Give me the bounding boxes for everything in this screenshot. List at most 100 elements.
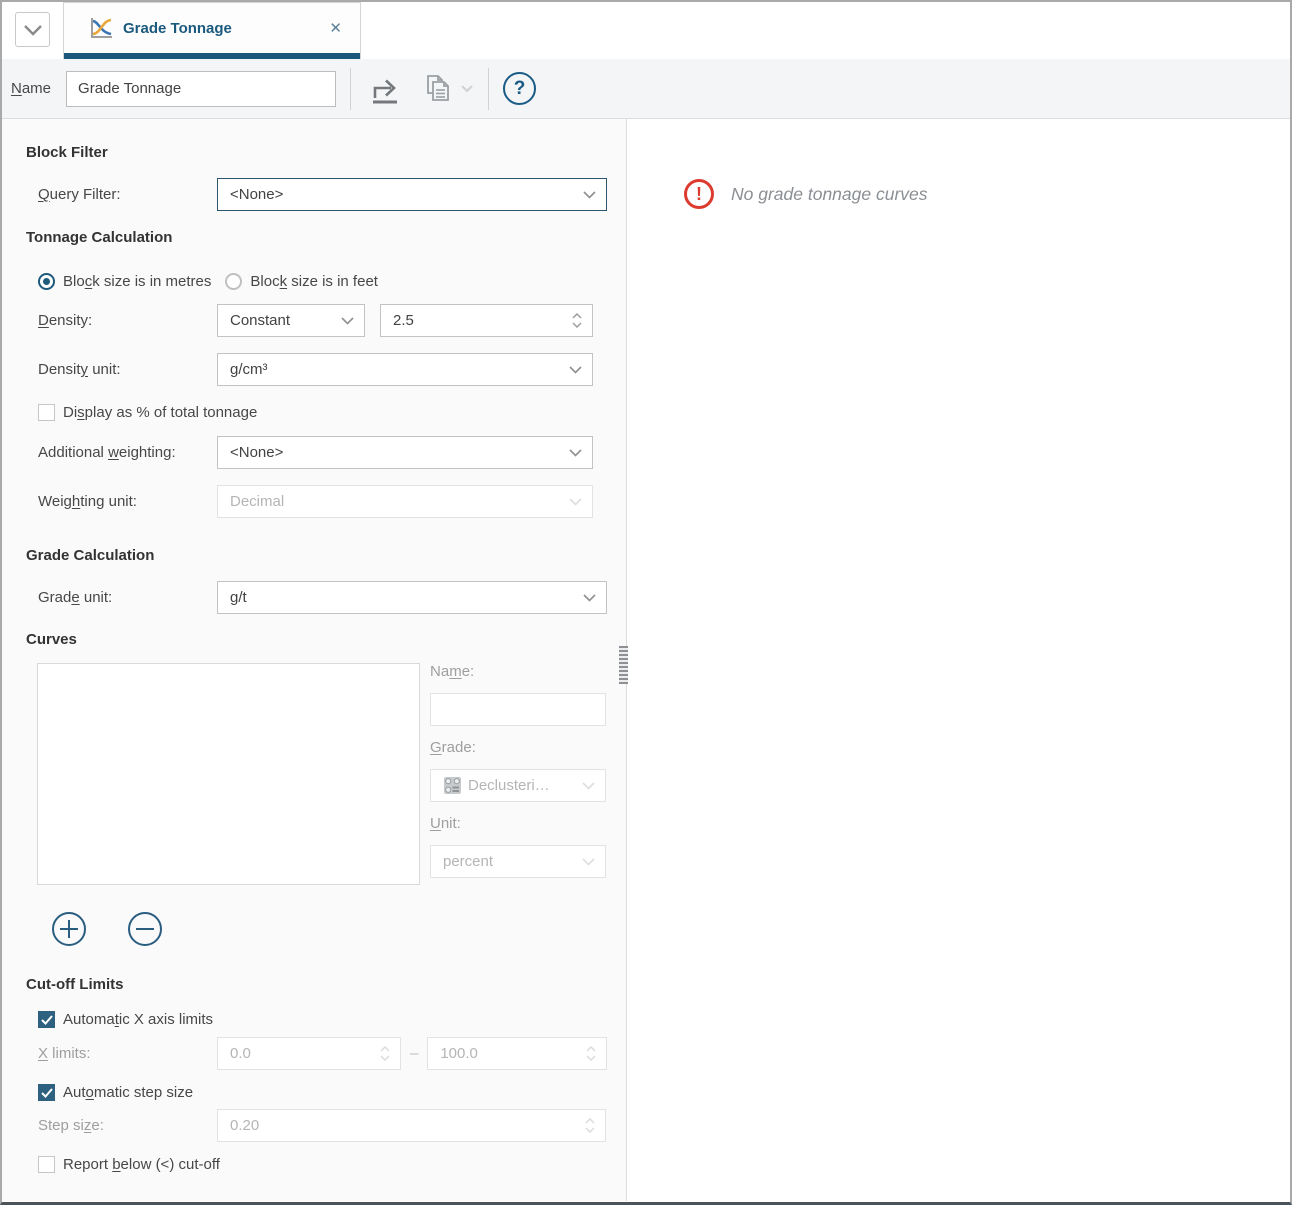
remove-curve-button[interactable] — [128, 912, 162, 946]
density-unit-label: Density unit: — [38, 361, 217, 378]
range-dash: – — [410, 1045, 418, 1062]
export-button[interactable] — [363, 67, 407, 111]
report-below-row: Report below (<) cut-off — [26, 1156, 626, 1173]
auto-x-row: Automatic X axis limits — [26, 1011, 626, 1028]
density-unit-select[interactable]: g/cm³ — [217, 353, 593, 386]
tab-label: Grade Tonnage — [123, 20, 325, 37]
tonnage-calculation-heading: Tonnage Calculation — [26, 229, 626, 247]
tab-grade-tonnage[interactable]: Grade Tonnage ✕ — [63, 2, 361, 59]
checkbox-report-below-cutoff[interactable] — [38, 1156, 55, 1173]
chevron-down-icon — [341, 317, 354, 325]
weighting-unit-label: Weighting unit: — [38, 493, 217, 510]
curve-unit-select: percent — [430, 845, 606, 878]
additional-weighting-label: Additional weighting: — [38, 444, 217, 461]
numeric-column-icon — [443, 776, 462, 795]
name-label: Name — [11, 80, 51, 97]
help-button[interactable]: ? — [503, 72, 536, 105]
empty-state-text: No grade tonnage curves — [731, 184, 928, 205]
main-area: Block Filter Query Filter: <None> Tonnag… — [2, 119, 1290, 1201]
weighting-unit-select: Decimal — [217, 485, 593, 518]
checkbox-display-percent-label: Display as % of total tonnage — [63, 404, 257, 421]
empty-state-message: ! No grade tonnage curves — [684, 179, 1290, 209]
density-value-input[interactable]: 2.5 — [380, 304, 593, 337]
add-curve-button[interactable] — [52, 912, 86, 946]
cutoff-limits-heading: Cut-off Limits — [26, 976, 626, 994]
x-max-input: 100.0 — [427, 1037, 607, 1070]
step-size-row: Step size: 0.20 — [26, 1109, 626, 1142]
toolbar-separator — [488, 68, 489, 110]
export-icon — [367, 73, 403, 105]
auto-step-row: Automatic step size — [26, 1084, 626, 1101]
radio-block-size-feet[interactable] — [225, 273, 242, 290]
x-limits-row: X limits: 0.0 – 100.0 — [26, 1037, 626, 1070]
query-filter-row: Query Filter: <None> — [26, 178, 626, 211]
checkbox-report-below-cutoff-label: Report below (<) cut-off — [63, 1156, 220, 1173]
tab-bar: Grade Tonnage ✕ — [2, 2, 1290, 59]
toolbar-separator — [350, 68, 351, 110]
help-icon: ? — [514, 78, 526, 100]
copy-icon — [418, 71, 454, 107]
weighting-unit-row: Weighting unit: Decimal — [26, 485, 626, 518]
spinner-buttons — [585, 1118, 595, 1133]
curve-properties: Name: Grade: — [430, 663, 606, 885]
checkbox-automatic-x-limits[interactable] — [38, 1011, 55, 1028]
copy-menu-chevron-icon[interactable] — [460, 84, 474, 93]
plus-icon — [59, 919, 79, 939]
tab-list-button[interactable] — [15, 12, 50, 47]
chevron-down-icon — [583, 191, 596, 199]
curve-unit-label: Unit: — [430, 815, 606, 833]
checkbox-display-percent[interactable] — [38, 404, 55, 421]
step-size-label: Step size: — [38, 1117, 217, 1134]
density-unit-row: Density unit: g/cm³ — [26, 353, 626, 386]
curves-list[interactable] — [37, 663, 420, 885]
curves-heading: Curves — [26, 631, 626, 649]
spinner-buttons — [380, 1046, 390, 1061]
grade-calculation-heading: Grade Calculation — [26, 547, 626, 565]
density-row: Density: Constant 2.5 — [26, 304, 626, 337]
grade-tonnage-curves-icon — [88, 15, 114, 41]
name-input[interactable] — [66, 71, 336, 107]
density-mode-select[interactable]: Constant — [217, 304, 365, 337]
minus-icon — [135, 919, 155, 939]
block-filter-heading: Block Filter — [26, 144, 626, 162]
grade-unit-select[interactable]: g/t — [217, 581, 607, 614]
curve-grade-label: Grade: — [430, 739, 606, 757]
spinner-buttons[interactable] — [572, 313, 582, 328]
x-min-input: 0.0 — [217, 1037, 401, 1070]
chevron-down-icon — [582, 858, 595, 866]
curve-name-label: Name: — [430, 663, 606, 681]
radio-block-size-metres-label: Block size is in metres — [63, 273, 211, 290]
spinner-buttons — [586, 1046, 596, 1061]
grade-tonnage-window: Grade Tonnage ✕ Name — [0, 0, 1292, 1205]
error-icon: ! — [684, 179, 714, 209]
copy-button[interactable] — [414, 67, 458, 111]
settings-panel: Block Filter Query Filter: <None> Tonnag… — [2, 119, 627, 1201]
radio-block-size-metres[interactable] — [38, 273, 55, 290]
density-label: Density: — [38, 312, 217, 329]
radio-block-size-feet-label: Block size is in feet — [250, 273, 378, 290]
panel-splitter-handle[interactable] — [619, 646, 628, 684]
query-filter-select[interactable]: <None> — [217, 178, 607, 211]
checkbox-automatic-step-size[interactable] — [38, 1084, 55, 1101]
chevron-down-icon — [569, 366, 582, 374]
checkbox-automatic-x-limits-label: Automatic X axis limits — [63, 1011, 213, 1028]
copy-button-group — [407, 67, 474, 111]
checkbox-automatic-step-size-label: Automatic step size — [63, 1084, 193, 1101]
grade-unit-label: Grade unit: — [38, 589, 217, 606]
step-size-input: 0.20 — [217, 1109, 606, 1142]
grade-unit-row: Grade unit: g/t — [26, 581, 626, 614]
additional-weighting-select[interactable]: <None> — [217, 436, 593, 469]
curve-grade-select: Declusteri… — [430, 769, 606, 802]
chevron-down-icon — [583, 594, 596, 602]
chevron-down-icon — [569, 449, 582, 457]
block-size-radio-group: Block size is in metres Block size is in… — [38, 273, 626, 290]
check-icon — [41, 1088, 53, 1098]
x-limits-label: X limits: — [38, 1045, 217, 1062]
display-pct-row: Display as % of total tonnage — [26, 404, 626, 421]
query-filter-label: Query Filter: — [38, 186, 217, 203]
curves-section: Name: Grade: — [37, 663, 626, 885]
toolbar: Name — [2, 59, 1290, 119]
chevron-down-icon — [582, 782, 595, 790]
close-icon[interactable]: ✕ — [325, 17, 346, 39]
additional-weighting-row: Additional weighting: <None> — [26, 436, 626, 469]
